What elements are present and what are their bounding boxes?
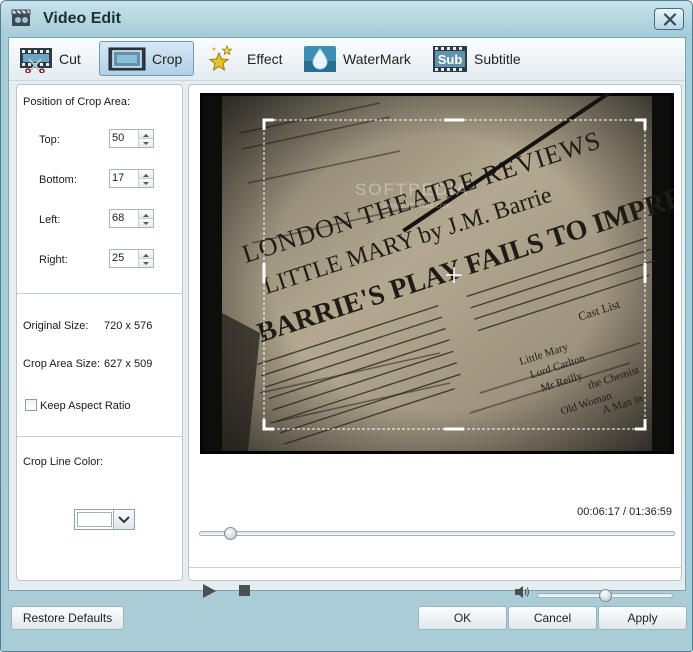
arrow-down-icon (143, 182, 149, 185)
top-value[interactable]: 50 (112, 132, 124, 144)
tab-crop[interactable]: Crop (99, 41, 194, 76)
ok-button[interactable]: OK (418, 606, 507, 630)
right-spinner[interactable]: 25 (109, 249, 154, 268)
volume-handle[interactable] (599, 589, 612, 602)
arrow-up-icon (143, 254, 149, 257)
top-label: Top: (39, 134, 60, 146)
tab-label: Effect (247, 50, 283, 67)
color-swatch (77, 512, 112, 527)
right-increment-button[interactable] (139, 250, 153, 259)
close-icon (663, 13, 677, 26)
subtitle-icon-text: Sub (438, 52, 463, 67)
divider (17, 436, 182, 437)
divider (17, 293, 182, 294)
mute-button[interactable] (514, 585, 530, 599)
watermark-url: www.softpedia.com (381, 201, 451, 210)
crop-frame-icon (108, 45, 146, 73)
current-time: 00:06:17 (577, 506, 620, 518)
original-size-label: Original Size: (23, 320, 89, 332)
tab-effect[interactable]: Effect (207, 41, 297, 76)
tab-label: Crop (152, 50, 183, 67)
top-decrement-button[interactable] (139, 139, 153, 147)
arrow-down-icon (143, 262, 149, 265)
crop-line-color-label: Crop Line Color: (23, 456, 104, 468)
stop-icon (239, 585, 250, 596)
left-spinner[interactable]: 68 (109, 209, 154, 228)
seek-handle[interactable] (223, 527, 237, 540)
left-value[interactable]: 68 (112, 212, 124, 224)
tab-label: Subtitle (474, 50, 521, 67)
right-decrement-button[interactable] (139, 259, 153, 267)
left-increment-button[interactable] (139, 210, 153, 219)
arrow-up-icon (143, 214, 149, 217)
color-dropdown-button[interactable] (113, 510, 134, 529)
restore-defaults-button[interactable]: Restore Defaults (11, 606, 124, 630)
video-preview[interactable]: LONDON THEATRE REVIEWS LITTLE MARY by J.… (200, 90, 692, 454)
tab-cut[interactable]: Cut (19, 41, 105, 76)
water-drop-icon (303, 45, 337, 73)
bottom-label: Bottom: (39, 174, 77, 186)
tab-label: Cut (59, 50, 81, 67)
speaker-icon (515, 586, 529, 598)
divider (189, 567, 681, 568)
left-decrement-button[interactable] (139, 219, 153, 227)
watermark-text: SOFTPEDIA (355, 180, 469, 199)
arrow-up-icon (143, 174, 149, 177)
film-scissors-icon (19, 45, 53, 74)
film-clapper-icon (11, 9, 33, 27)
time-separator: / (623, 506, 627, 518)
play-icon (203, 584, 216, 598)
star-effect-icon (207, 44, 235, 73)
title-bar: Video Edit (1, 1, 692, 37)
bottom-value[interactable]: 17 (112, 172, 124, 184)
bottom-spinner[interactable]: 17 (109, 169, 154, 188)
tab-label: WaterMark (343, 50, 411, 67)
seek-slider[interactable] (199, 531, 675, 536)
subtitle-icon: Sub (432, 45, 468, 73)
video-edit-window: Video Edit Cut Crop Effect WaterMark Sub… (0, 0, 693, 652)
arrow-down-icon (143, 142, 149, 145)
keep-aspect-ratio-checkbox[interactable] (25, 399, 37, 411)
editor-client-area: Cut Crop Effect WaterMark Sub Subtitle P… (8, 37, 692, 602)
tab-bar: Cut Crop Effect WaterMark Sub Subtitle (9, 38, 685, 81)
close-button[interactable] (654, 8, 684, 30)
video-frame-image: LONDON THEATRE REVIEWS LITTLE MARY by J.… (203, 90, 692, 451)
total-time: 01:36:59 (629, 506, 672, 518)
window-title: Video Edit (43, 10, 121, 27)
apply-button[interactable]: Apply (598, 606, 687, 630)
keep-aspect-ratio-label[interactable]: Keep Aspect Ratio (40, 400, 131, 412)
tab-subtitle[interactable]: Sub Subtitle (432, 41, 532, 76)
cancel-button[interactable]: Cancel (508, 606, 597, 630)
right-value[interactable]: 25 (112, 252, 124, 264)
time-display: 00:06:17 / 01:36:59 (577, 506, 672, 518)
chevron-down-icon (118, 516, 130, 524)
preview-panel: LONDON THEATRE REVIEWS LITTLE MARY by J.… (188, 84, 692, 602)
arrow-down-icon (143, 222, 149, 225)
arrow-up-icon (143, 134, 149, 137)
crop-area-size-label: Crop Area Size: (23, 358, 101, 370)
crop-area-size-value: 627 x 509 (104, 358, 153, 370)
stop-button[interactable] (239, 585, 251, 597)
right-label: Right: (39, 254, 68, 266)
top-spinner[interactable]: 50 (109, 129, 154, 148)
bottom-increment-button[interactable] (139, 170, 153, 179)
left-label: Left: (39, 214, 61, 226)
original-size-value: 720 x 576 (104, 320, 153, 332)
top-increment-button[interactable] (139, 130, 153, 139)
crop-position-heading: Position of Crop Area: (23, 96, 131, 108)
play-button[interactable] (200, 582, 218, 600)
tab-watermark[interactable]: WaterMark (303, 41, 423, 76)
crop-line-color-picker[interactable] (74, 509, 135, 530)
bottom-decrement-button[interactable] (139, 179, 153, 187)
crop-settings-panel: Position of Crop Area: Top: 50 Bottom: 1… (16, 84, 183, 581)
